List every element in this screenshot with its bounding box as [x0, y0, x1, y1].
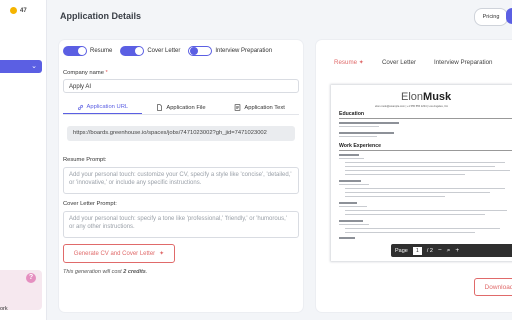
application-source-tabs: Application URL Application File Applica… [63, 101, 299, 115]
resume-prompt-label: Resume Prompt: [63, 157, 107, 163]
text-line [345, 188, 505, 190]
application-form-panel: Resume Cover Letter Interview Preparatio… [59, 40, 303, 312]
section-divider [339, 150, 512, 151]
resume-switch[interactable] [63, 46, 87, 56]
text-line [339, 154, 359, 156]
text-line [339, 136, 377, 138]
chevron-down-icon: ⌄ [31, 63, 37, 70]
pdf-page-total: / 2 [426, 247, 433, 254]
toggle-label: Resume [90, 48, 113, 54]
toggle-label: Interview Preparation [215, 48, 273, 54]
text-line [345, 162, 505, 164]
text-line [339, 224, 369, 226]
cover-letter-switch[interactable] [120, 46, 145, 56]
toggle-cover-letter[interactable]: Cover Letter [120, 46, 180, 56]
preview-tabs: Resume ✦ Cover Letter Interview Preparat… [334, 59, 492, 66]
text-line [345, 166, 495, 168]
generation-cost-note: This generation will cost 2 credits. [63, 269, 148, 275]
sparkle-icon: ✦ [159, 251, 165, 257]
section-divider [339, 118, 512, 119]
coin-icon [10, 7, 17, 14]
pdf-toolbar: Page 1 / 2 − ⌕ + [391, 244, 512, 257]
text-line [345, 170, 510, 172]
tab-interview-preparation[interactable]: Interview Preparation [434, 59, 492, 66]
interview-switch[interactable] [188, 46, 213, 56]
preview-panel: Resume ✦ Cover Letter Interview Preparat… [316, 40, 512, 312]
tab-application-text[interactable]: Application Text [220, 101, 299, 114]
text-line [345, 214, 485, 216]
account-button[interactable] [506, 8, 512, 24]
credits-indicator: 47 [10, 7, 27, 14]
resume-document-preview[interactable]: ElonMusk elon.musk@example.com | +1 555 … [331, 85, 512, 261]
toggle-label: Cover Letter [147, 48, 181, 54]
text-line [345, 192, 490, 194]
toggle-interview-preparation[interactable]: Interview Preparation [188, 46, 272, 56]
cv-contact-line: elon.musk@example.com | +1 555 555 1234 … [375, 105, 448, 108]
text-line [339, 220, 363, 222]
link-icon [77, 104, 83, 110]
zoom-search-icon[interactable]: ⌕ [447, 247, 451, 255]
sparkle-icon: ✦ [358, 59, 364, 66]
toggle-resume[interactable]: Resume [63, 46, 112, 56]
tab-resume[interactable]: Resume ✦ [334, 59, 364, 66]
cover-letter-prompt-label: Cover Letter Prompt: [63, 201, 117, 207]
document-toggles: Resume Cover Letter Interview Preparatio… [63, 46, 272, 56]
sidebar-help-card[interactable]: ? [0, 270, 42, 310]
text-line [345, 196, 445, 198]
download-button[interactable]: Download [474, 278, 512, 296]
cost-amount: 2 credits [123, 269, 146, 275]
text-document-icon [235, 104, 241, 111]
required-marker: * [105, 70, 108, 76]
resume-prompt-textarea[interactable]: Add your personal touch: customize your … [63, 167, 299, 194]
file-icon [157, 104, 163, 111]
tab-cover-letter[interactable]: Cover Letter [382, 59, 416, 66]
text-line [345, 232, 475, 234]
credits-count: 47 [20, 7, 27, 14]
text-line [339, 122, 399, 124]
text-line [339, 237, 355, 239]
cv-experience-heading: Work Experience [339, 143, 381, 149]
text-line [339, 158, 364, 160]
pricing-button[interactable]: Pricing [474, 8, 508, 26]
application-url-input[interactable]: https://boards.greenhouse.io/spaces/jobs… [67, 126, 295, 141]
sidebar-bottom-label[interactable]: ork [0, 306, 8, 312]
resume-prompt-placeholder: Add your personal touch: customize your … [69, 172, 292, 186]
zoom-out-icon[interactable]: − [438, 247, 442, 254]
text-line [339, 184, 369, 186]
company-name-label: Company name * [63, 70, 108, 76]
cover-letter-prompt-textarea[interactable]: Add your personal touch: specify a tone … [63, 211, 299, 238]
text-line [339, 206, 367, 208]
text-line [339, 132, 394, 134]
help-icon[interactable]: ? [26, 273, 36, 283]
pdf-page-label: Page [395, 247, 408, 254]
text-line [339, 126, 379, 128]
text-line [345, 174, 465, 176]
sidebar-dropdown[interactable]: ⌄ [0, 60, 42, 73]
sidebar: 47 ⌄ ? ork [0, 0, 47, 320]
pdf-page-input[interactable]: 1 [412, 246, 422, 255]
cv-education-heading: Education [339, 111, 365, 117]
tab-application-file[interactable]: Application File [142, 101, 221, 114]
text-line [339, 202, 357, 204]
company-name-input[interactable]: Apply AI [63, 79, 299, 93]
text-line [339, 180, 361, 182]
generate-button[interactable]: Generate CV and Cover Letter ✦ [63, 244, 175, 263]
tab-application-url[interactable]: Application URL [63, 101, 142, 114]
text-line [345, 210, 507, 212]
zoom-in-icon[interactable]: + [455, 247, 459, 254]
cv-name: ElonMusk [401, 91, 452, 103]
page-title: Application Details [60, 11, 142, 21]
cover-letter-prompt-placeholder: Add your personal touch: specify a tone … [69, 216, 287, 230]
text-line [345, 228, 500, 230]
